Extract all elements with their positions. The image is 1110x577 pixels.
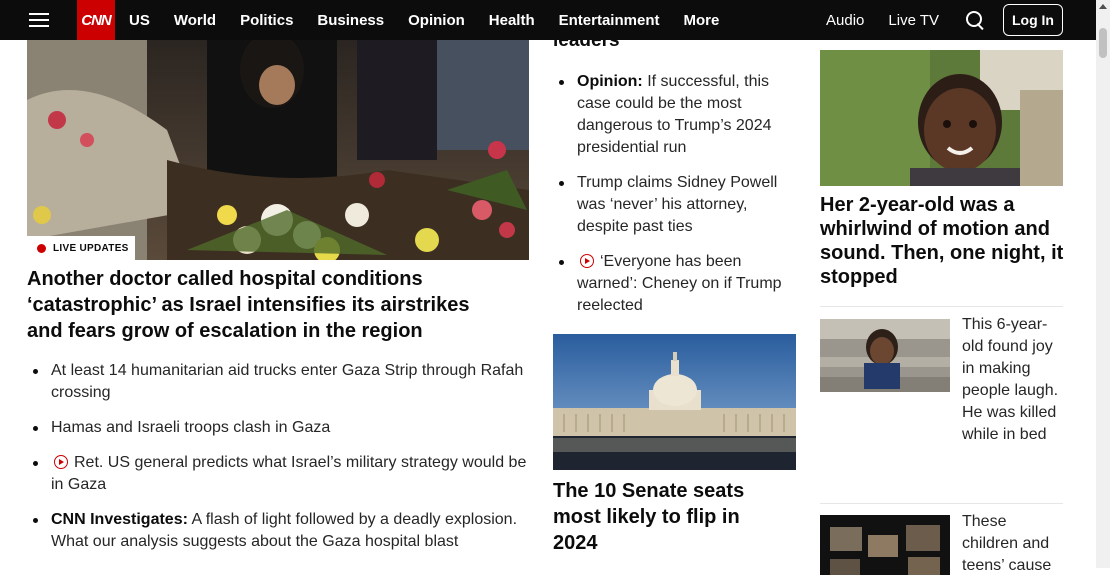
list-item[interactable]: CNN Investigates: A flash of light follo… xyxy=(27,509,527,553)
live-updates-label: LIVE UPDATES xyxy=(53,242,129,254)
nav-link-opinion[interactable]: Opinion xyxy=(408,12,465,29)
nav-links: US World Politics Business Opinion Healt… xyxy=(129,12,743,29)
capitol-image[interactable] xyxy=(553,334,796,470)
story-link-text[interactable]: This 6-year-old found joy in making peop… xyxy=(962,314,1062,446)
list-item[interactable]: Ret. US general predicts what Israel’s m… xyxy=(27,452,527,496)
nav-link-health[interactable]: Health xyxy=(489,12,535,29)
top-nav: CNN US World Politics Business Opinion H… xyxy=(0,0,1096,40)
related-story-label: Opinion: xyxy=(577,73,643,90)
video-play-icon xyxy=(54,455,68,469)
page-scrollbar[interactable] xyxy=(1096,0,1110,568)
related-story-text: Trump claims Sidney Powell was ‘never’ h… xyxy=(577,174,778,235)
nav-right: Audio Live TV Log In xyxy=(802,0,1063,40)
cnn-logo[interactable]: CNN xyxy=(77,0,115,40)
related-story-text: Ret. US general predicts what Israel’s m… xyxy=(51,454,527,493)
login-button[interactable]: Log In xyxy=(1003,4,1063,36)
search-icon[interactable] xyxy=(965,10,985,31)
related-story-text: At least 14 humanitarian aid trucks ente… xyxy=(51,362,524,401)
list-item[interactable]: Trump claims Sidney Powell was ‘never’ h… xyxy=(553,172,803,238)
nav-link-entertainment[interactable]: Entertainment xyxy=(559,12,660,29)
feature-headline[interactable]: Her 2-year-old was a whirlwind of motion… xyxy=(820,193,1065,289)
list-item[interactable]: At least 14 humanitarian aid trucks ente… xyxy=(27,360,527,404)
nav-link-world[interactable]: World xyxy=(174,12,216,29)
divider xyxy=(820,503,1063,504)
nav-link-us[interactable]: US xyxy=(129,12,150,29)
nav-link-business[interactable]: Business xyxy=(317,12,384,29)
politics-related-list: Opinion: If successful, this case could … xyxy=(553,71,803,330)
hero-related-list: At least 14 humanitarian aid trucks ente… xyxy=(27,360,527,566)
menu-icon[interactable] xyxy=(29,9,49,31)
children-photos-thumbnail[interactable] xyxy=(820,515,950,575)
list-item[interactable]: Hamas and Israeli troops clash in Gaza xyxy=(27,417,527,439)
video-play-icon xyxy=(580,254,594,268)
scrollbar-thumb[interactable] xyxy=(1099,28,1107,58)
live-updates-badge: LIVE UPDATES xyxy=(27,236,135,260)
senate-headline[interactable]: The 10 Senate seats most likely to flip … xyxy=(553,478,783,556)
headline-fragment[interactable]: leaders xyxy=(553,28,620,54)
nav-link-more[interactable]: More xyxy=(683,12,719,29)
story-link-text[interactable]: These children and teens’ cause xyxy=(962,511,1062,577)
hero-headline[interactable]: Another doctor called hospital condition… xyxy=(27,266,507,344)
divider xyxy=(820,306,1063,307)
list-item[interactable]: ‘Everyone has been warned’: Cheney on if… xyxy=(553,251,803,317)
related-story-text: Hamas and Israeli troops clash in Gaza xyxy=(51,419,331,436)
live-dot-icon xyxy=(37,243,46,253)
scroll-up-arrow-icon[interactable] xyxy=(1099,4,1107,9)
nav-link-live-tv[interactable]: Live TV xyxy=(888,12,939,29)
list-item[interactable]: Opinion: If successful, this case could … xyxy=(553,71,803,159)
nav-link-audio[interactable]: Audio xyxy=(826,12,864,29)
hero-image-mourners[interactable] xyxy=(27,40,529,260)
related-story-label: CNN Investigates: xyxy=(51,511,188,528)
child-photo[interactable] xyxy=(820,50,1063,186)
child-thumbnail[interactable] xyxy=(820,319,950,392)
nav-link-politics[interactable]: Politics xyxy=(240,12,293,29)
related-story-text: ‘Everyone has been warned’: Cheney on if… xyxy=(577,253,782,314)
